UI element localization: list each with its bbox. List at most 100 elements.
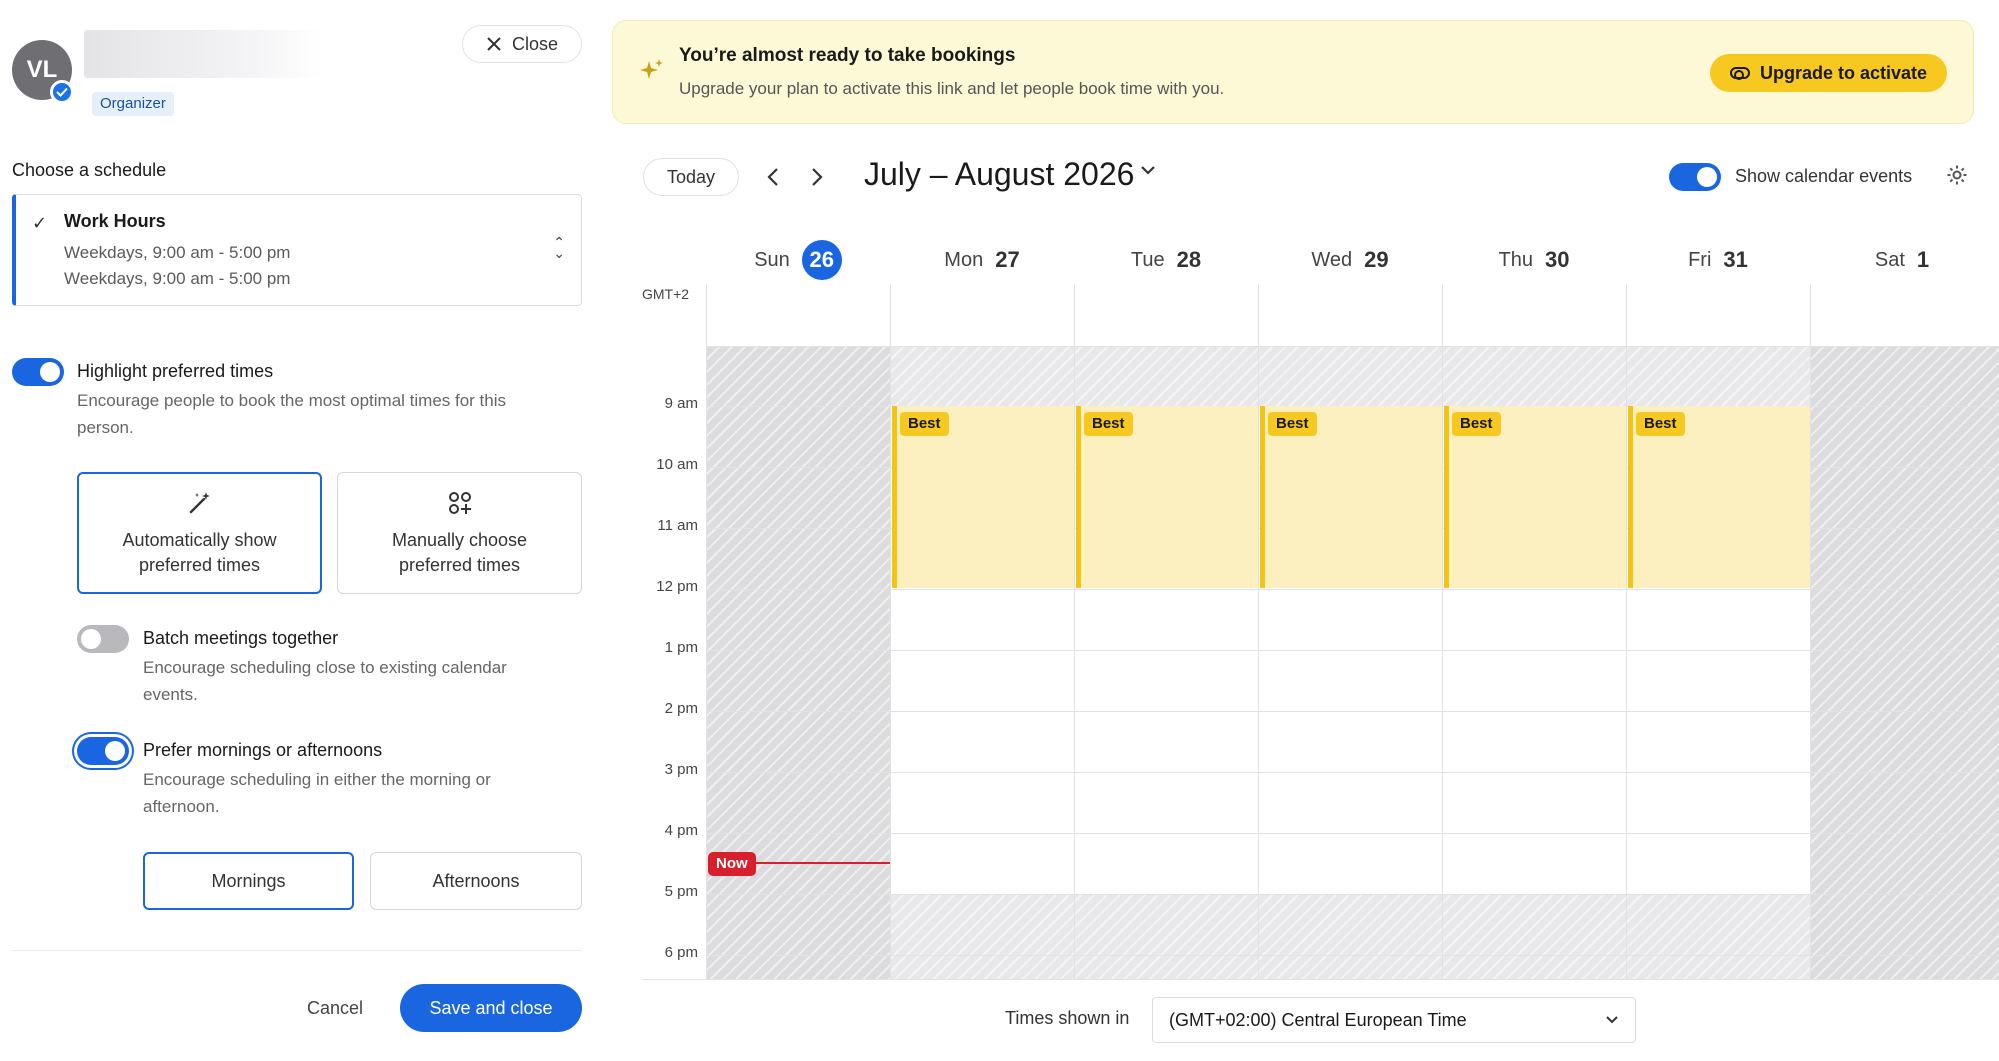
best-time-slot[interactable]: Best: [1628, 406, 1810, 588]
gridline: [706, 894, 1999, 895]
hour-label: 10 am: [656, 456, 698, 473]
manual-preferred-times-option[interactable]: Manually choose preferred times: [337, 472, 582, 594]
manual-option-line: preferred times: [398, 554, 521, 575]
gridline: [706, 833, 1999, 834]
day-name: Fri: [1688, 248, 1712, 271]
chevron-updown-icon: ⌃ ⌄: [553, 234, 565, 261]
desc-line: afternoon.: [143, 797, 220, 816]
best-tag: Best: [900, 412, 949, 436]
day-number: 31: [1723, 247, 1748, 272]
hour-label: 6 pm: [664, 944, 698, 961]
day-number: 27: [995, 247, 1020, 272]
toggle-icon: [1729, 67, 1750, 80]
hour-label: 11 am: [657, 517, 698, 534]
afternoons-label: Afternoons: [432, 870, 520, 891]
hour-label: 4 pm: [664, 822, 698, 839]
cancel-button[interactable]: Cancel: [298, 988, 372, 1028]
banner-subtitle: Upgrade your plan to activate this link …: [679, 79, 1225, 98]
gridline: [706, 650, 1999, 651]
day-number: 28: [1176, 247, 1202, 272]
hour-label: 3 pm: [664, 761, 698, 778]
batch-meetings-toggle[interactable]: [77, 625, 129, 653]
day-header-sun[interactable]: Sun 26: [706, 240, 890, 280]
batch-meetings-title: Batch meetings together: [143, 628, 339, 648]
avatar-initials: VL: [26, 56, 58, 83]
highlight-preferred-toggle[interactable]: [12, 358, 64, 386]
day-number: 30: [1544, 247, 1570, 272]
day-header-sat[interactable]: Sat 1: [1810, 240, 1994, 280]
best-tag: Best: [1268, 412, 1317, 436]
gear-icon[interactable]: [1946, 164, 1968, 192]
auto-preferred-times-option[interactable]: Automatically show preferred times: [77, 472, 322, 594]
save-and-close-button[interactable]: Save and close: [400, 984, 582, 1032]
date-range-title[interactable]: July – August 2026: [864, 156, 1134, 193]
auto-option-line: preferred times: [138, 554, 261, 575]
hour-label: 12 pm: [656, 578, 698, 595]
schedule-section-label: Choose a schedule: [12, 160, 167, 180]
mornings-label: Mornings: [211, 870, 286, 891]
divider: [12, 950, 582, 951]
close-icon: [487, 37, 501, 51]
gridline: [706, 346, 1999, 347]
chevron-left-icon: [767, 168, 778, 186]
unavailable-zone: [890, 894, 1810, 980]
sparkle-icon: [639, 57, 665, 90]
gridline: [706, 711, 1999, 712]
scheduling-settings-panel: VL Organizer Close Choose a schedule ✓ W…: [0, 0, 600, 1061]
best-time-slot[interactable]: Best: [1444, 406, 1626, 588]
gridline: [706, 955, 1999, 956]
schedule-hours-line: Weekdays, 9:00 am - 5:00 pm: [64, 269, 291, 288]
desc-line: person.: [77, 418, 134, 437]
afternoons-option[interactable]: Afternoons: [370, 852, 582, 910]
desc-line: Encourage scheduling close to existing c…: [143, 658, 507, 677]
organizer-badge: Organizer: [92, 92, 174, 116]
batch-meetings-desc: Encourage scheduling close to existing c…: [143, 654, 507, 708]
chevron-down-icon: [1606, 1016, 1618, 1024]
mornings-option[interactable]: Mornings: [143, 852, 354, 910]
upgrade-label: Upgrade to activate: [1759, 62, 1927, 83]
times-shown-in-label: Times shown in: [1005, 1008, 1130, 1028]
day-number: 1: [1916, 247, 1930, 272]
day-name: Tue: [1130, 248, 1165, 271]
next-week-button[interactable]: [800, 160, 834, 194]
day-divider: [706, 284, 707, 980]
show-calendar-events-label: Show calendar events: [1735, 166, 1913, 186]
highlight-preferred-title: Highlight preferred times: [77, 361, 274, 381]
show-calendar-events-toggle[interactable]: [1669, 163, 1721, 191]
hour-label: 9 am: [664, 395, 698, 412]
best-tag: Best: [1452, 412, 1501, 436]
best-time-slot[interactable]: Best: [892, 406, 1074, 588]
day-number-today: 26: [801, 240, 842, 280]
day-name: Thu: [1498, 248, 1533, 271]
desc-line: Encourage people to book the most optima…: [77, 391, 507, 410]
timezone-select[interactable]: (GMT+02:00) Central European Time: [1152, 997, 1636, 1043]
unavailable-zone: [706, 346, 890, 980]
day-header-fri[interactable]: Fri 31: [1626, 240, 1810, 280]
previous-week-button[interactable]: [756, 160, 790, 194]
highlight-preferred-desc: Encourage people to book the most optima…: [77, 387, 506, 441]
day-divider: [1442, 284, 1443, 980]
check-icon: ✓: [32, 213, 48, 233]
day-divider: [1810, 284, 1811, 980]
day-header-thu[interactable]: Thu 30: [1442, 240, 1626, 280]
upgrade-to-activate-button[interactable]: Upgrade to activate: [1709, 54, 1947, 92]
banner-title: You’re almost ready to take bookings: [679, 45, 1016, 66]
desc-line: events.: [143, 685, 198, 704]
day-divider: [1258, 284, 1259, 980]
schedule-select[interactable]: ✓ Work Hours Weekdays, 9:00 am - 5:00 pm…: [12, 194, 582, 306]
schedule-hours-line: Weekdays, 9:00 am - 5:00 pm: [64, 243, 291, 262]
day-divider: [890, 284, 891, 980]
close-button[interactable]: Close: [462, 25, 582, 63]
upgrade-banner: You’re almost ready to take bookings Upg…: [612, 20, 1974, 124]
day-header-mon[interactable]: Mon 27: [890, 240, 1074, 280]
timezone-value: (GMT+02:00) Central European Time: [1169, 1009, 1467, 1030]
prefer-mornings-afternoons-title: Prefer mornings or afternoons: [143, 740, 383, 760]
best-time-slot[interactable]: Best: [1076, 406, 1258, 588]
day-header-wed[interactable]: Wed 29: [1258, 240, 1442, 280]
today-button[interactable]: Today: [643, 158, 739, 196]
prefer-mornings-afternoons-toggle[interactable]: [77, 737, 129, 765]
chevron-down-icon[interactable]: [1140, 160, 1156, 181]
day-header-tue[interactable]: Tue 28: [1074, 240, 1258, 280]
unavailable-zone: [890, 346, 1810, 406]
best-time-slot[interactable]: Best: [1260, 406, 1442, 588]
